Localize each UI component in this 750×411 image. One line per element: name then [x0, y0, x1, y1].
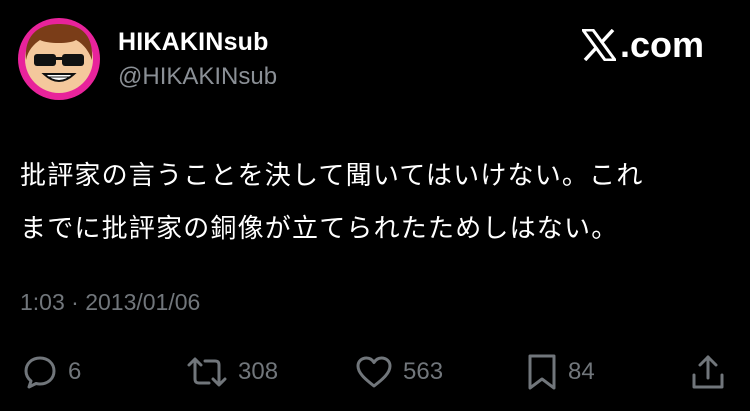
tweet-text-line: 批評家の言うことを決して聞いてはいけない。これ [20, 161, 644, 191]
tweet-text-line: までに批評家の銅像が立てられたためしはない。 [20, 214, 619, 244]
heart-icon [356, 356, 392, 388]
reply-icon [24, 356, 56, 389]
reply-count: 6 [68, 358, 82, 385]
avatar-face-icon [25, 24, 93, 93]
bookmark-button[interactable]: 84 [526, 350, 595, 394]
share-button[interactable] [690, 350, 726, 394]
like-button[interactable]: 563 [355, 350, 443, 394]
author-display-name[interactable]: HIKAKINsub [118, 28, 269, 57]
retweet-button[interactable]: 308 [186, 350, 278, 394]
tweet-text: 批評家の言うことを決して聞いてはいけない。これ までに批評家の銅像が立てられたた… [20, 150, 735, 256]
bookmark-icon [528, 354, 556, 390]
x-logo: .com [581, 24, 704, 66]
tweet-timestamp[interactable]: 1:03 · 2013/01/06 [20, 289, 200, 316]
x-logo-text: .com [619, 24, 704, 65]
author-handle[interactable]: @HIKAKINsub [118, 63, 277, 91]
share-icon [692, 355, 724, 389]
like-count: 563 [403, 358, 444, 385]
retweet-count: 308 [238, 358, 279, 385]
bookmark-count: 84 [568, 358, 595, 385]
retweet-icon [187, 357, 227, 387]
avatar[interactable] [18, 18, 100, 100]
reply-button[interactable]: 6 [22, 350, 81, 394]
x-logo-icon [581, 29, 616, 61]
action-bar: 6 308 563 84 [0, 350, 750, 394]
